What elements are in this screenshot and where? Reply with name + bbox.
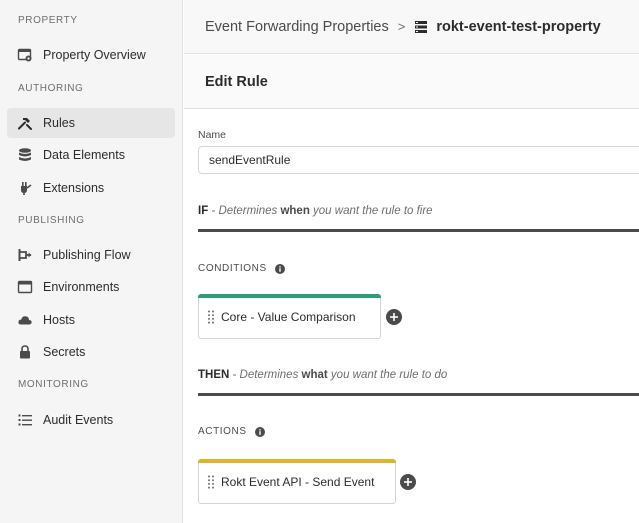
add-action-button[interactable] [400, 474, 416, 490]
sidebar-item-data-elements[interactable]: Data Elements [7, 140, 175, 170]
then-phase-heading: THEN - Determines what you want the rule… [198, 369, 447, 381]
then-keyword: THEN [198, 369, 230, 381]
window-icon [17, 279, 33, 295]
if-keyword: IF [198, 205, 209, 217]
property-server-icon [414, 20, 428, 34]
cloud-icon [17, 312, 33, 328]
plug-icon [17, 180, 33, 196]
page-title: Edit Rule [205, 73, 268, 90]
lock-icon [17, 344, 33, 360]
conditions-title-text: CONDITIONS [198, 263, 267, 274]
property-overview-icon [17, 47, 33, 63]
if-phase-heading: IF - Determines when you want the rule t… [198, 205, 433, 217]
condition-card-label: Core - Value Comparison [221, 309, 356, 324]
section-title-authoring: AUTHORING [18, 83, 84, 94]
section-title-monitoring: MONITORING [18, 379, 89, 390]
publishing-flow-icon [17, 247, 33, 263]
drag-handle-icon[interactable] [207, 309, 215, 325]
section-title-publishing: PUBLISHING [18, 215, 85, 226]
actions-title: ACTIONS [198, 426, 265, 437]
sidebar-item-property-overview[interactable]: Property Overview [7, 40, 175, 70]
breadcrumb-separator: > [397, 19, 406, 34]
sidebar-item-publishing-flow[interactable]: Publishing Flow [7, 240, 175, 270]
add-condition-button[interactable] [386, 309, 402, 325]
sidebar-item-label: Environments [43, 280, 120, 294]
if-description-prefix: - Determines [208, 205, 281, 217]
then-description-emphasis: what [301, 369, 328, 381]
sidebar-item-label: Rules [43, 116, 75, 130]
if-divider [198, 229, 639, 232]
name-field-label: Name [198, 129, 227, 141]
sidebar-item-audit-events[interactable]: Audit Events [7, 405, 175, 435]
if-description-suffix: you want the rule to fire [309, 205, 433, 217]
edit-rule-bar: Edit Rule [184, 55, 639, 109]
sidebar-item-label: Hosts [43, 313, 75, 327]
info-icon[interactable] [254, 426, 265, 437]
section-title-property: PROPERTY [18, 15, 78, 26]
then-description-suffix: you want the rule to do [327, 369, 448, 381]
conditions-title: CONDITIONS [198, 263, 285, 274]
action-card-stripe [198, 459, 396, 463]
plus-icon [404, 478, 412, 486]
sidebar-item-label: Secrets [43, 345, 86, 359]
sidebar-item-hosts[interactable]: Hosts [7, 305, 175, 335]
then-description-prefix: - Determines [229, 369, 302, 381]
sidebar-item-label: Audit Events [43, 413, 114, 427]
drag-handle-icon[interactable] [207, 474, 215, 490]
then-divider [198, 393, 639, 396]
sidebar: PROPERTY Property Overview AUTHORING Rul… [0, 0, 183, 523]
list-icon [17, 412, 33, 428]
actions-title-text: ACTIONS [198, 426, 247, 437]
sidebar-item-rules[interactable]: Rules [7, 108, 175, 138]
sidebar-item-environments[interactable]: Environments [7, 272, 175, 302]
action-card[interactable]: Rokt Event API - Send Event [198, 459, 396, 504]
breadcrumb-current: rokt-event-test-property [436, 18, 601, 35]
rule-editor: Name IF - Determines when you want the r… [184, 110, 639, 523]
rule-name-input[interactable] [198, 146, 639, 174]
sidebar-item-label: Publishing Flow [43, 248, 131, 262]
breadcrumb: Event Forwarding Properties > rokt-event… [184, 0, 639, 54]
breadcrumb-parent-link[interactable]: Event Forwarding Properties [205, 19, 389, 35]
database-icon [17, 147, 33, 163]
sidebar-item-label: Data Elements [43, 148, 125, 162]
condition-card[interactable]: Core - Value Comparison [198, 294, 381, 339]
plus-icon [390, 313, 398, 321]
sidebar-item-label: Extensions [43, 181, 105, 195]
condition-card-stripe [198, 294, 381, 298]
if-description-emphasis: when [280, 205, 310, 217]
action-card-label: Rokt Event API - Send Event [221, 474, 375, 489]
rules-hammer-icon [17, 115, 33, 131]
info-icon[interactable] [274, 263, 285, 274]
sidebar-item-extensions[interactable]: Extensions [7, 173, 175, 203]
sidebar-item-secrets[interactable]: Secrets [7, 337, 175, 367]
sidebar-item-label: Property Overview [43, 48, 146, 62]
